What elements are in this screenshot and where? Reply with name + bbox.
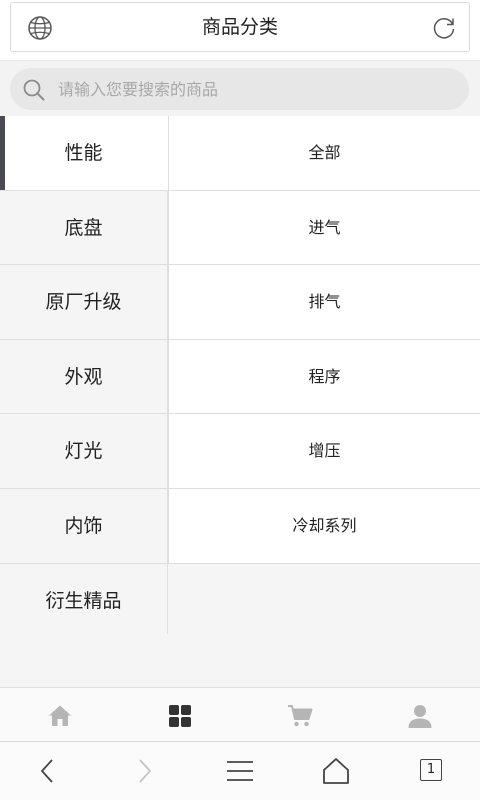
category-item-interior[interactable]: 内饰 (0, 488, 168, 564)
bottom-tab-bar (0, 687, 480, 741)
forward-button[interactable] (96, 742, 192, 800)
category-list: 性能 底盘 原厂升级 外观 灯光 内饰 衍生精品 (0, 116, 168, 634)
category-item-lighting[interactable]: 灯光 (0, 414, 168, 489)
subcategory-item-exhaust[interactable]: 排气 (168, 265, 480, 340)
menu-icon (227, 761, 253, 781)
subcategory-item-turbo[interactable]: 增压 (168, 414, 480, 489)
search-bar (0, 60, 480, 116)
search-box[interactable] (10, 68, 469, 110)
page-title: 商品分类 (201, 16, 278, 38)
category-item-performance[interactable]: 性能 (0, 116, 168, 191)
back-icon (40, 759, 53, 783)
subcategory-item-cooling[interactable]: 冷却系列 (168, 488, 480, 564)
category-grid-icon (169, 705, 191, 727)
search-input[interactable] (58, 68, 458, 110)
tab-home[interactable] (0, 688, 120, 742)
subcategory-list: 全部 进气 排气 程序 增压 冷却系列 (168, 116, 480, 564)
category-item-exterior[interactable]: 外观 (0, 339, 168, 415)
category-content: 性能 底盘 原厂升级 外观 灯光 内饰 衍生精品 全部 进气 排气 程序 增压 … (0, 116, 480, 687)
back-button[interactable] (0, 742, 96, 800)
category-item-merchandise[interactable]: 衍生精品 (0, 563, 168, 634)
forward-icon (139, 759, 152, 783)
header-bar: 商品分类 (0, 0, 480, 58)
search-icon (23, 79, 45, 101)
subcategory-item-program[interactable]: 程序 (168, 339, 480, 415)
category-item-oem-upgrade[interactable]: 原厂升级 (0, 265, 168, 340)
browser-toolbar: 1 (0, 741, 480, 800)
tab-category[interactable] (120, 688, 240, 742)
tabs-icon: 1 (420, 759, 442, 781)
header: 商品分类 (10, 2, 470, 52)
refresh-icon[interactable] (431, 15, 457, 41)
subcategory-item-all[interactable]: 全部 (168, 116, 480, 191)
menu-button[interactable] (192, 742, 288, 800)
home-icon (49, 705, 71, 726)
user-icon (408, 705, 432, 728)
cart-icon (288, 705, 313, 727)
home-outline-icon (323, 758, 349, 784)
browser-home-button[interactable] (288, 742, 384, 800)
subcategory-item-intake[interactable]: 进气 (168, 190, 480, 266)
tab-profile[interactable] (360, 688, 480, 742)
tabs-button[interactable]: 1 (384, 742, 480, 800)
category-item-chassis[interactable]: 底盘 (0, 190, 168, 266)
tab-cart[interactable] (240, 688, 360, 742)
